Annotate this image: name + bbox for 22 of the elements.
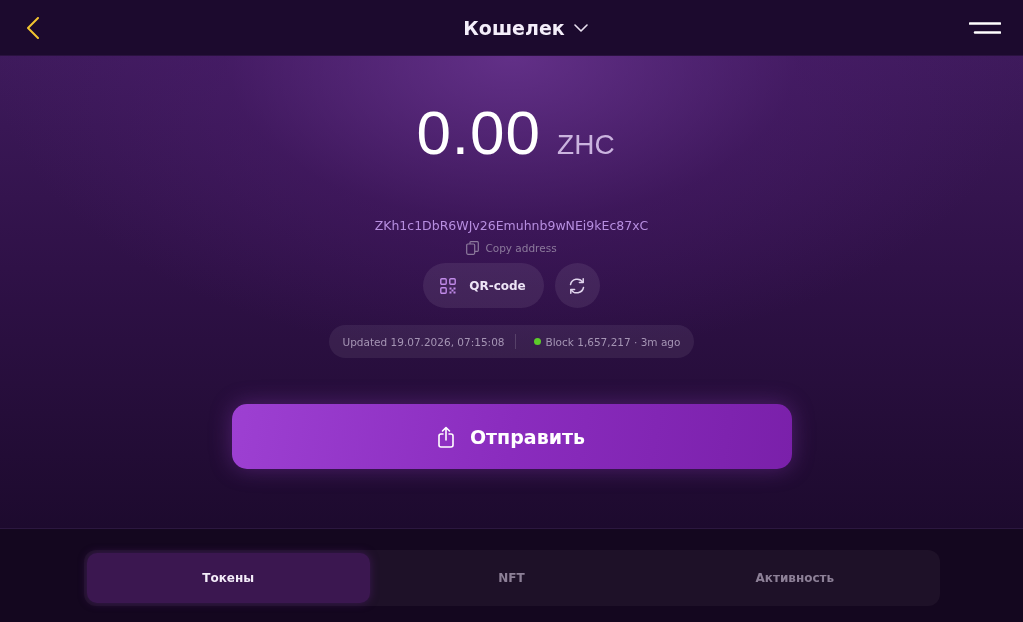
- copy-icon: [466, 241, 480, 255]
- chevron-down-icon: [573, 23, 588, 32]
- balance-amount: 0.00: [416, 102, 542, 164]
- currency-code: ZHC: [557, 131, 615, 159]
- block-info: Block 1,657,217 · 3m ago: [545, 335, 681, 348]
- share-icon: [437, 425, 454, 448]
- back-button[interactable]: [26, 15, 40, 40]
- wallet-address: ZKh1c1DbR6WJv26Emuhnb9wNEi9kEc87xC: [374, 218, 649, 233]
- copy-address-button[interactable]: Copy address: [462, 239, 561, 257]
- send-button[interactable]: Отправить: [231, 404, 792, 469]
- tab[interactable]: Активность: [653, 553, 937, 603]
- qr-code-button[interactable]: QR-code: [423, 263, 544, 308]
- wallet-title-dropdown[interactable]: Кошелек: [463, 16, 588, 39]
- menu-icon: [969, 21, 1001, 34]
- back-chevron-icon: [27, 16, 39, 39]
- updated-time: Updated 19.07.2026, 07:15:08: [342, 335, 505, 348]
- refresh-icon: [568, 276, 587, 295]
- menu-button[interactable]: [969, 21, 1001, 34]
- tab[interactable]: Токены: [86, 553, 370, 603]
- tab[interactable]: NFT: [369, 553, 654, 603]
- qr-code-icon: [440, 277, 457, 294]
- refresh-button[interactable]: [554, 263, 600, 308]
